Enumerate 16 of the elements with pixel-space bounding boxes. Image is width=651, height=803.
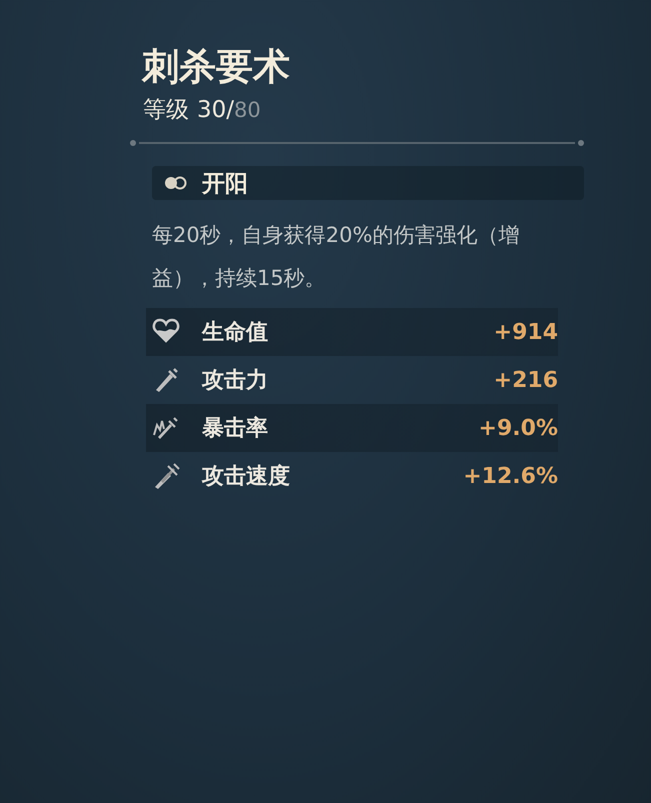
passive-name: 开阳 — [202, 170, 248, 198]
double-sword-icon — [152, 461, 180, 491]
stat-label: 暴击率 — [202, 414, 268, 443]
rings-icon — [164, 176, 188, 190]
level-value: 30/ — [197, 97, 234, 123]
skill-title: 刺杀要术 — [140, 43, 291, 90]
stat-value: +216 — [494, 368, 558, 392]
level-label: 等级 — [143, 97, 189, 123]
stat-label: 生命值 — [202, 319, 268, 347]
stat-label: 攻击速度 — [202, 462, 290, 491]
passive-description: 每20秒，自身获得20%的伤害强化（增益），持续15秒。 — [152, 222, 520, 292]
stat-value: +9.0% — [478, 416, 558, 440]
level-max: 80 — [234, 98, 261, 122]
stat-value: +12.6% — [463, 464, 558, 488]
stat-label: 攻击力 — [202, 367, 268, 395]
stat-value: +914 — [494, 320, 558, 344]
